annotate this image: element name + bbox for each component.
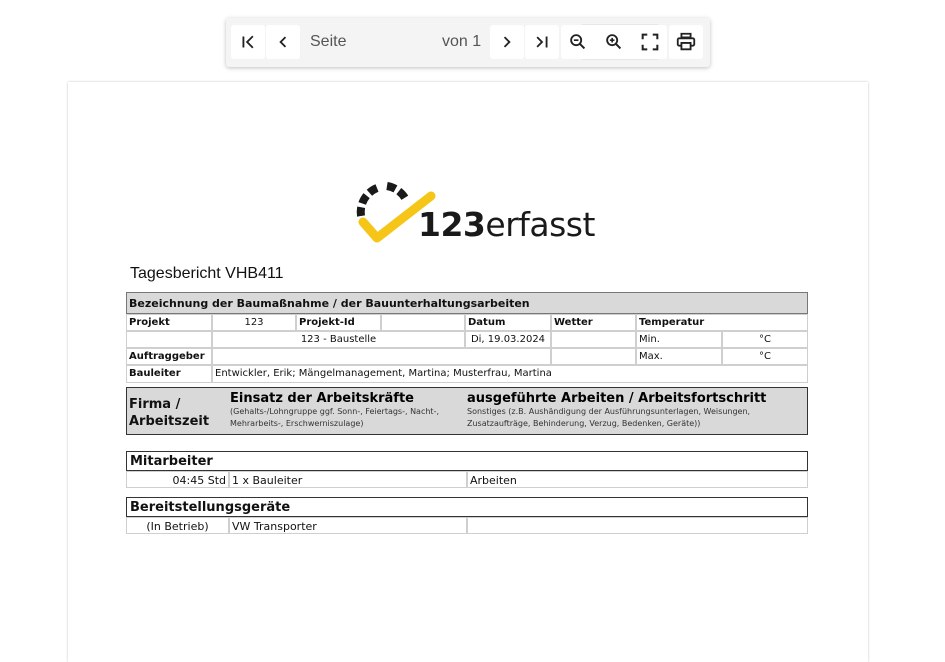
datum-label: Datum bbox=[465, 314, 551, 331]
auftraggeber-value bbox=[212, 348, 551, 365]
first-page-icon bbox=[242, 35, 254, 49]
pdf-toolbar: Seite 1 von 1 bbox=[226, 18, 710, 67]
auftraggeber-label: Auftraggeber bbox=[126, 348, 212, 365]
geraete-notes bbox=[467, 517, 808, 534]
print-icon bbox=[676, 32, 696, 51]
bauleiter-label: Bauleiter bbox=[126, 365, 212, 383]
last-page-icon bbox=[536, 36, 548, 48]
project-section-header: Bezeichnung der Baumaßnahme / der Bauunt… bbox=[126, 292, 808, 314]
mitarbeiter-section-title: Mitarbeiter bbox=[126, 451, 808, 471]
last-page-button[interactable] bbox=[525, 25, 559, 59]
firma-column-title: Firma / Arbeitszeit bbox=[129, 397, 210, 429]
datum-value: Di, 19.03.2024 bbox=[465, 331, 551, 348]
mitarbeiter-time: 04:45 Std bbox=[126, 471, 229, 488]
zoom-in-button[interactable] bbox=[597, 25, 631, 59]
wetter-label: Wetter bbox=[551, 314, 636, 331]
mitarbeiter-role: 1 x Bauleiter bbox=[229, 471, 467, 488]
mitarbeiter-work: Arbeiten bbox=[467, 471, 808, 488]
page-count-label: von 1 bbox=[442, 33, 482, 50]
page-label: Seite bbox=[310, 33, 347, 50]
zoom-out-button[interactable] bbox=[561, 25, 595, 59]
projekt-label: Projekt bbox=[126, 314, 212, 331]
next-page-button[interactable] bbox=[490, 25, 524, 59]
arbeiten-column-title: ausgeführte Arbeiten / Arbeitsfortschrit… bbox=[467, 391, 767, 428]
zoom-out-icon bbox=[570, 34, 586, 50]
geraete-device: VW Transporter bbox=[229, 517, 467, 534]
empty-cell bbox=[551, 348, 636, 365]
previous-page-button[interactable] bbox=[266, 25, 300, 59]
wetter-value bbox=[551, 331, 636, 348]
geraete-status: (In Betrieb) bbox=[126, 517, 229, 534]
previous-page-icon bbox=[279, 36, 287, 48]
logo-wordmark: 123erfasst bbox=[418, 205, 595, 244]
print-button[interactable] bbox=[669, 25, 703, 59]
temperatur-label: Temperatur bbox=[636, 314, 808, 331]
bauleiter-value: Entwickler, Erik; Mängelmanagement, Mart… bbox=[212, 365, 808, 383]
first-page-button[interactable] bbox=[231, 25, 265, 59]
fullscreen-icon bbox=[641, 33, 659, 51]
next-page-icon bbox=[503, 36, 511, 48]
projekt-id-value bbox=[381, 314, 465, 331]
min-label: Min. bbox=[636, 331, 722, 348]
empty-cell bbox=[126, 331, 212, 348]
projekt-id-label: Projekt-Id bbox=[296, 314, 381, 331]
zoom-in-icon bbox=[606, 34, 622, 50]
einsatz-column-title: Einsatz der Arbeitskräfte (Gehalts-/Lohn… bbox=[230, 391, 439, 428]
fullscreen-button[interactable] bbox=[633, 25, 667, 59]
report-title: Tagesbericht VHB411 bbox=[130, 265, 284, 282]
baustelle-value: 123 - Baustelle bbox=[212, 331, 465, 348]
min-unit: °C bbox=[722, 331, 808, 348]
projekt-value: 123 bbox=[212, 314, 296, 331]
max-unit: °C bbox=[722, 348, 808, 365]
geraete-section-title: Bereitstellungsgeräte bbox=[126, 497, 808, 517]
max-label: Max. bbox=[636, 348, 722, 365]
